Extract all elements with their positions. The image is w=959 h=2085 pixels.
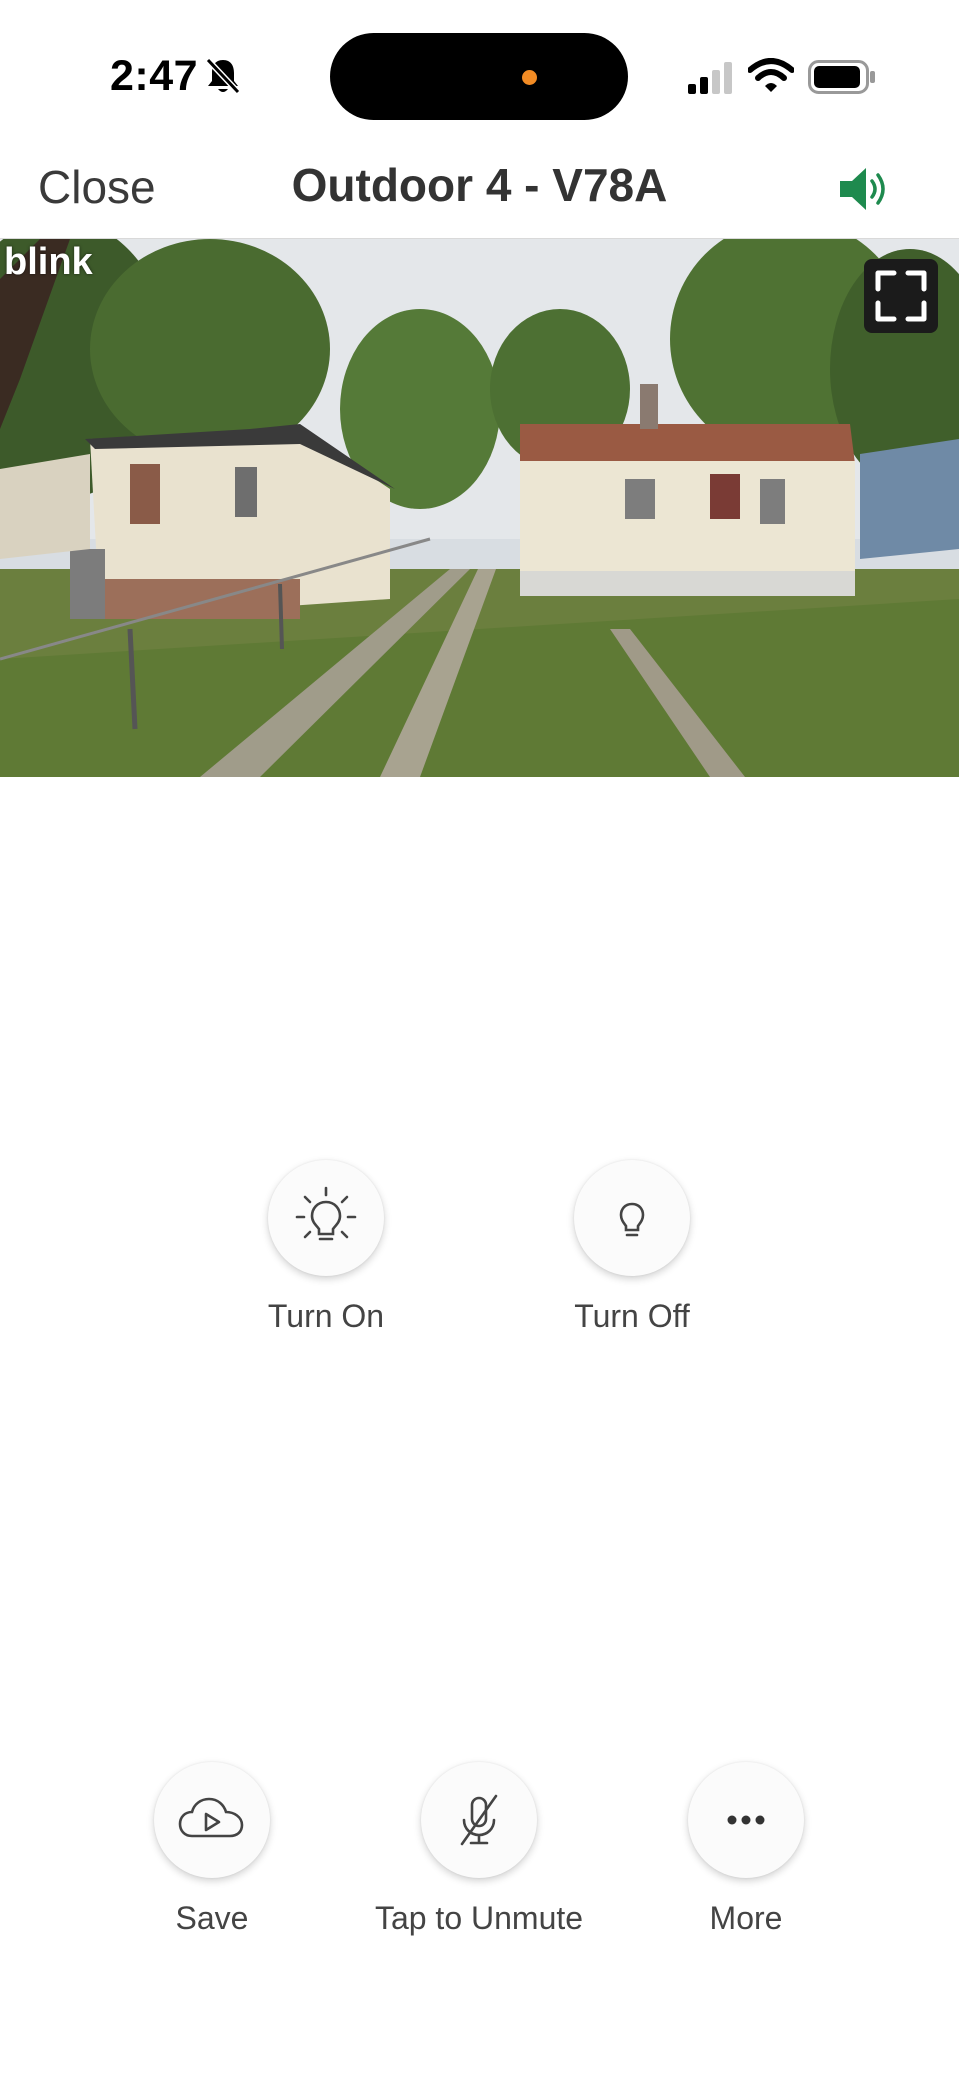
more-button[interactable] [688,1762,804,1878]
bell-slash-icon [205,57,241,95]
status-bar: 2:47 [0,0,959,150]
cloud-play-icon [178,1797,244,1838]
more-control[interactable]: More [646,1762,846,1937]
unmute-button[interactable] [421,1762,537,1878]
turn-off-label: Turn Off [574,1298,690,1334]
page-title: Outdoor 4 - V78A [291,159,668,211]
microphone-muted-icon [460,1794,498,1846]
wifi-icon [748,58,794,92]
cellular-signal-icon [688,62,732,94]
turn-on-label: Turn On [267,1298,385,1334]
turn-on-control[interactable]: Turn On [226,1160,426,1335]
save-button[interactable] [154,1762,270,1878]
turn-off-control[interactable]: Turn Off [532,1160,732,1335]
lightbulb-on-icon [295,1186,357,1241]
more-label: More [709,1900,783,1936]
unmute-control[interactable]: Tap to Unmute [349,1762,609,1937]
camera-image [0,239,959,777]
turn-on-button[interactable] [268,1160,384,1276]
lightbulb-off-icon [619,1202,645,1237]
camera-feed[interactable]: blink [0,239,959,777]
dynamic-island [330,33,628,120]
blink-watermark: blink [4,241,93,283]
recording-indicator [522,70,537,85]
turn-off-button[interactable] [574,1160,690,1276]
save-label: Save [175,1900,249,1936]
save-control[interactable]: Save [112,1762,312,1937]
fullscreen-icon [875,270,927,322]
more-dots-icon [727,1815,765,1825]
status-time: 2:47 [110,52,199,100]
unmute-label: Tap to Unmute [374,1900,584,1936]
speaker-on-icon[interactable] [838,164,894,214]
fullscreen-button[interactable] [864,259,938,333]
nav-bar: Close Outdoor 4 - V78A [0,150,959,239]
battery-icon [808,60,875,94]
